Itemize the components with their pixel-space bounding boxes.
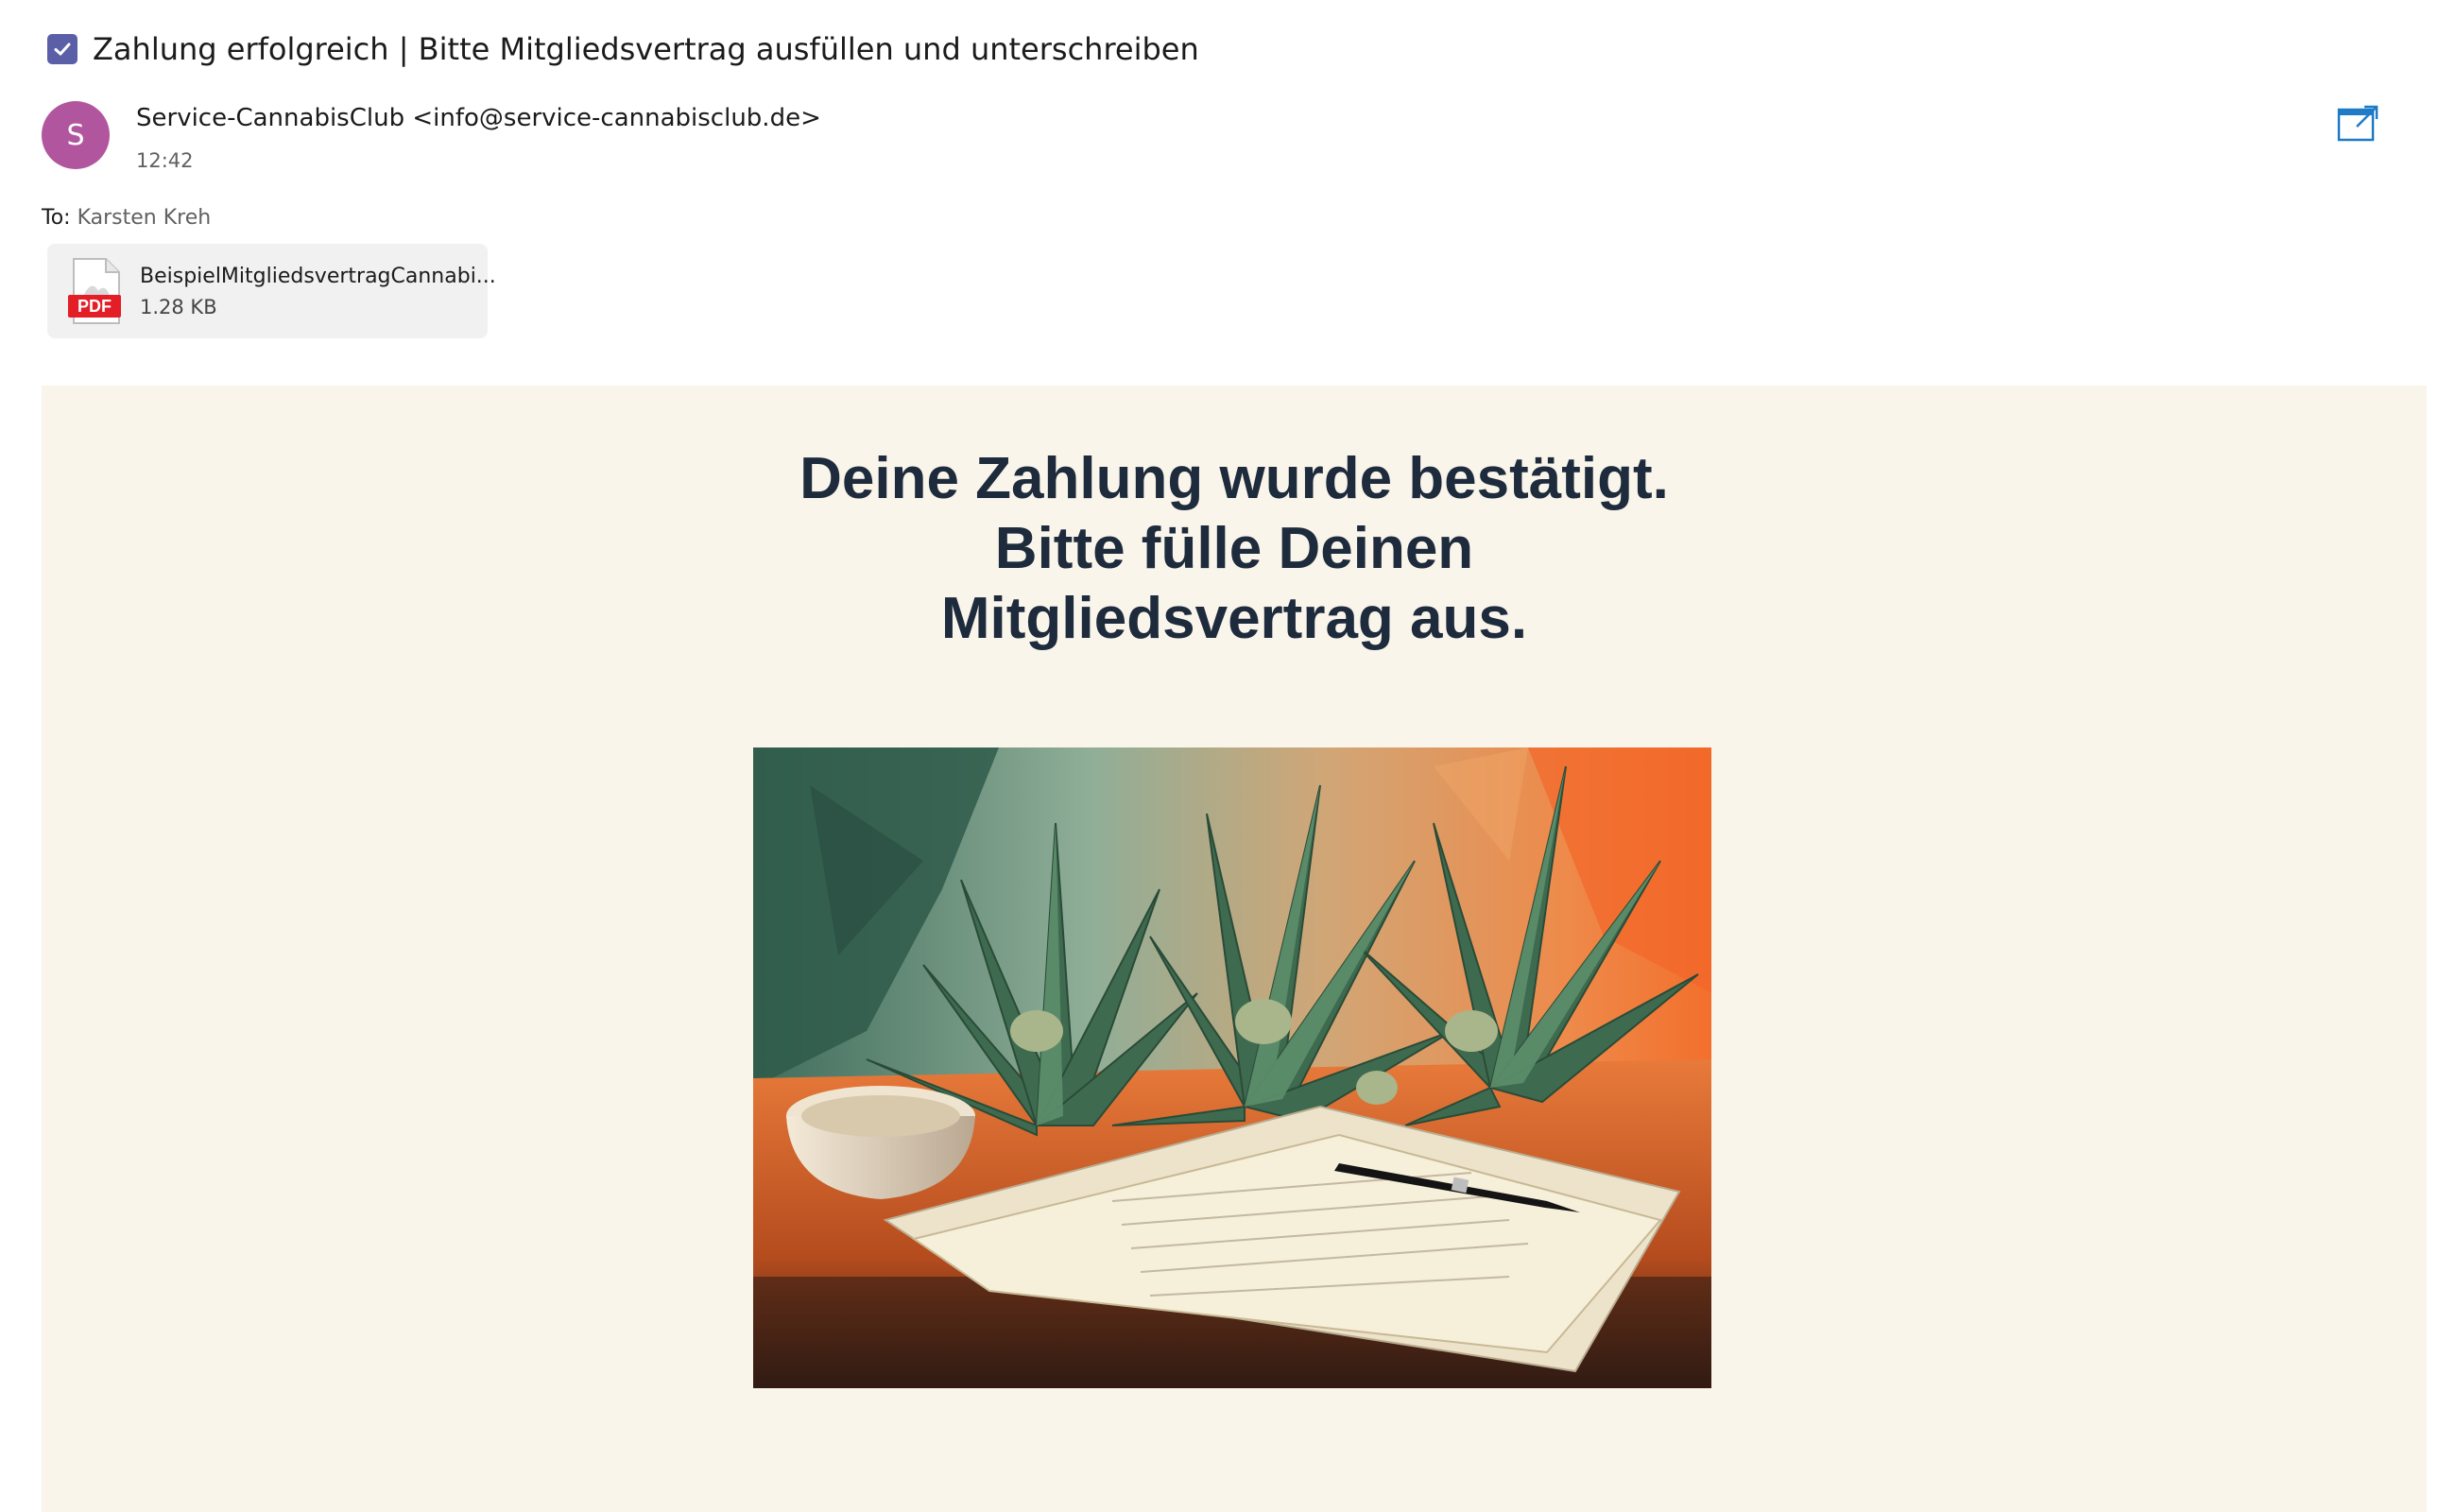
attachment-info: BeispielMitgliedsvertragCannabi... 1.28 … — [140, 265, 496, 318]
attachment-card[interactable]: PDF BeispielMitgliedsvertragCannabi... 1… — [47, 244, 496, 338]
recipient-name[interactable]: Karsten Kreh — [77, 206, 212, 230]
email-reading-pane: Zahlung erfolgreich | Bitte Mitgliedsver… — [0, 0, 2457, 1512]
headline-line-2: Bitte fülle Deinen — [994, 516, 1474, 581]
subject-row: Zahlung erfolgreich | Bitte Mitgliedsver… — [47, 28, 1199, 70]
sender-address[interactable]: Service-CannabisClub <info@service-canna… — [136, 104, 821, 132]
headline-line-1: Deine Zahlung wurde bestätigt. — [799, 446, 1669, 511]
to-label: To: — [42, 206, 71, 230]
email-body: Deine Zahlung wurde bestätigt. Bitte fül… — [42, 386, 2427, 1512]
body-headline: Deine Zahlung wurde bestätigt. Bitte fül… — [42, 444, 2427, 654]
hero-illustration — [753, 747, 1711, 1388]
attachment-size: 1.28 KB — [140, 295, 217, 318]
avatar[interactable]: S — [42, 101, 110, 169]
avatar-initial: S — [66, 118, 85, 152]
pdf-icon: PDF — [66, 257, 123, 325]
email-time: 12:42 — [136, 149, 194, 172]
pdf-icon-label: PDF — [77, 297, 112, 316]
headline-line-3: Mitgliedsvertrag aus. — [940, 586, 1528, 651]
email-subject: Zahlung erfolgreich | Bitte Mitgliedsver… — [93, 31, 1199, 67]
attachment-name: BeispielMitgliedsvertragCannabi... — [140, 264, 496, 288]
recipient-line: To: Karsten Kreh — [42, 206, 211, 230]
open-in-new-window-icon[interactable] — [2336, 102, 2381, 144]
checkbox-icon[interactable] — [47, 34, 77, 64]
